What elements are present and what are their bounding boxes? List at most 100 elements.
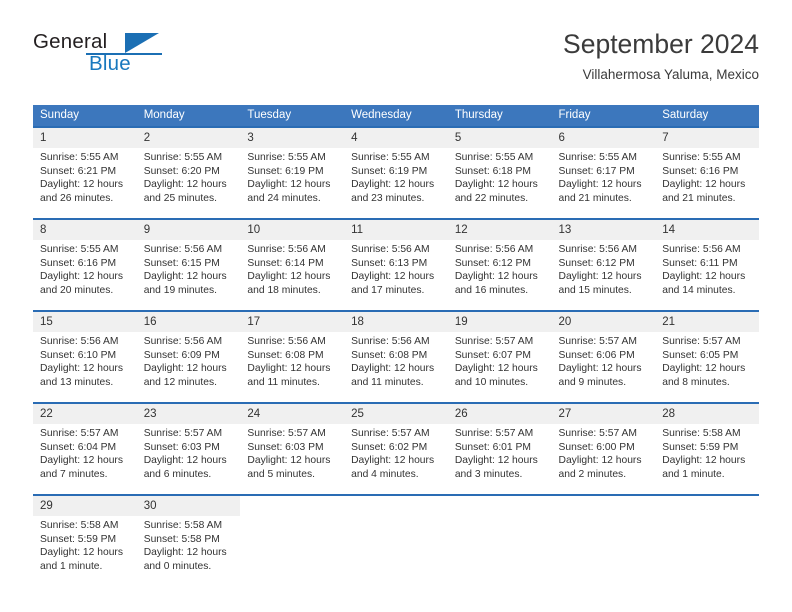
- calendar-day-cell[interactable]: 30 Sunrise: 5:58 AM Sunset: 5:58 PM Dayligh…: [136, 494, 241, 586]
- sunrise-text: Sunrise: 5:57 AM: [40, 428, 119, 439]
- calendar-day-cell[interactable]: 27 Sunrise: 5:57 AM Sunset: 6:00 PM Dayligh…: [551, 402, 656, 495]
- sunrise-text: Sunrise: 5:56 AM: [143, 336, 223, 347]
- day-number: 8: [33, 220, 137, 240]
- day-details: Sunrise: 5:58 AM Sunset: 5:58 PM Daylight:…: [137, 516, 241, 573]
- day-details: Sunrise: 5:58 AM Sunset: 5:59 PM Daylight:…: [655, 424, 759, 481]
- calendar-day-cell[interactable]: 29 Sunrise: 5:58 AM Sunset: 5:59 PM Dayligh…: [33, 494, 137, 586]
- sunset-text: Sunset: 6:01 PM: [454, 441, 531, 453]
- day-details: Sunrise: 5:57 AM Sunset: 6:05 PM Daylight:…: [655, 332, 759, 389]
- daylight-text-line2: and 18 minutes.: [247, 284, 321, 296]
- daylight-text-line1: Daylight: 12 hours: [247, 455, 331, 467]
- sunrise-text: Sunrise: 5:58 AM: [662, 428, 741, 439]
- day-details: Sunrise: 5:55 AM Sunset: 6:18 PM Daylight:…: [448, 148, 552, 205]
- day-number: 22: [33, 404, 137, 424]
- calendar-day-cell[interactable]: 11 Sunrise: 5:56 AM Sunset: 6:13 PM Dayligh…: [344, 218, 448, 311]
- day-details: Sunrise: 5:58 AM Sunset: 5:59 PM Daylight:…: [33, 516, 137, 573]
- calendar-day-cell[interactable]: 1 Sunrise: 5:55 AM Sunset: 6:21 PM Daylight…: [33, 126, 137, 219]
- sunset-text: Sunset: 6:19 PM: [247, 165, 324, 177]
- calendar-day-cell[interactable]: 18 Sunrise: 5:56 AM Sunset: 6:08 PM Dayligh…: [344, 310, 448, 403]
- calendar-day-cell[interactable]: 2 Sunrise: 5:55 AM Sunset: 6:20 PM Daylight…: [136, 126, 241, 219]
- weekday-header-tuesday: Tuesday: [240, 105, 345, 127]
- daylight-text-line2: and 5 minutes.: [247, 468, 315, 480]
- daylight-text-line1: Daylight: 12 hours: [662, 363, 746, 375]
- day-details: Sunrise: 5:55 AM Sunset: 6:21 PM Daylight:…: [33, 148, 137, 205]
- sunset-text: Sunset: 6:12 PM: [454, 257, 531, 269]
- day-details: Sunrise: 5:57 AM Sunset: 6:07 PM Daylight:…: [448, 332, 552, 389]
- calendar-cell-empty: [240, 494, 345, 586]
- sunset-text: Sunset: 6:18 PM: [454, 165, 531, 177]
- weekday-header-sunday: Sunday: [33, 105, 137, 127]
- day-number: 29: [33, 496, 137, 516]
- calendar-day-cell[interactable]: 13 Sunrise: 5:56 AM Sunset: 6:12 PM Dayligh…: [551, 218, 656, 311]
- calendar-week-row: 22 Sunrise: 5:57 AM Sunset: 6:04 PM Dayligh…: [33, 402, 759, 495]
- brand-name-general: General: [33, 30, 108, 53]
- calendar-day-cell[interactable]: 22 Sunrise: 5:57 AM Sunset: 6:04 PM Dayligh…: [33, 402, 137, 495]
- calendar-day-cell[interactable]: 19 Sunrise: 5:57 AM Sunset: 6:07 PM Dayligh…: [447, 310, 552, 403]
- daylight-text-line2: and 1 minute.: [662, 468, 725, 480]
- weekday-header-thursday: Thursday: [447, 105, 552, 127]
- day-number: 9: [136, 220, 241, 240]
- calendar-day-cell[interactable]: 8 Sunrise: 5:55 AM Sunset: 6:16 PM Daylight…: [33, 218, 137, 311]
- page-header: General Blue September 2024 Villahermosa…: [33, 28, 759, 98]
- daylight-text-line1: Daylight: 12 hours: [454, 455, 538, 467]
- daylight-text-line2: and 24 minutes.: [247, 192, 321, 204]
- sunrise-text: Sunrise: 5:58 AM: [40, 520, 119, 531]
- calendar-day-cell[interactable]: 6 Sunrise: 5:55 AM Sunset: 6:17 PM Daylight…: [551, 126, 656, 219]
- calendar-day-cell[interactable]: 5 Sunrise: 5:55 AM Sunset: 6:18 PM Daylight…: [447, 126, 552, 219]
- day-details: Sunrise: 5:57 AM Sunset: 6:01 PM Daylight:…: [448, 424, 552, 481]
- daylight-text-line1: Daylight: 12 hours: [247, 179, 331, 191]
- day-number: [240, 496, 344, 516]
- day-number: [655, 496, 759, 516]
- daylight-text-line1: Daylight: 12 hours: [40, 455, 123, 467]
- sunrise-text: Sunrise: 5:58 AM: [143, 520, 223, 531]
- calendar-day-cell[interactable]: 16 Sunrise: 5:56 AM Sunset: 6:09 PM Dayligh…: [136, 310, 241, 403]
- calendar-cell-empty: [551, 494, 656, 586]
- day-details: Sunrise: 5:55 AM Sunset: 6:16 PM Daylight:…: [33, 240, 137, 297]
- daylight-text-line2: and 7 minutes.: [40, 468, 108, 480]
- daylight-text-line2: and 3 minutes.: [454, 468, 523, 480]
- calendar-week-row: 15 Sunrise: 5:56 AM Sunset: 6:10 PM Dayligh…: [33, 310, 759, 403]
- daylight-text-line1: Daylight: 12 hours: [454, 271, 538, 283]
- daylight-text-line1: Daylight: 12 hours: [40, 363, 123, 375]
- calendar-day-cell[interactable]: 12 Sunrise: 5:56 AM Sunset: 6:12 PM Dayligh…: [447, 218, 552, 311]
- sunrise-text: Sunrise: 5:57 AM: [558, 428, 637, 439]
- sunrise-text: Sunrise: 5:55 AM: [40, 244, 119, 255]
- daylight-text-line1: Daylight: 12 hours: [558, 455, 642, 467]
- calendar-day-cell[interactable]: 26 Sunrise: 5:57 AM Sunset: 6:01 PM Dayligh…: [447, 402, 552, 495]
- calendar-day-cell[interactable]: 23 Sunrise: 5:57 AM Sunset: 6:03 PM Dayligh…: [136, 402, 241, 495]
- day-details: Sunrise: 5:55 AM Sunset: 6:17 PM Daylight:…: [552, 148, 656, 205]
- daylight-text-line1: Daylight: 12 hours: [143, 547, 227, 559]
- calendar-day-cell[interactable]: 10 Sunrise: 5:56 AM Sunset: 6:14 PM Dayligh…: [240, 218, 345, 311]
- calendar-day-cell[interactable]: 28 Sunrise: 5:58 AM Sunset: 5:59 PM Dayligh…: [655, 402, 759, 495]
- calendar-day-cell[interactable]: 9 Sunrise: 5:56 AM Sunset: 6:15 PM Daylight…: [136, 218, 241, 311]
- daylight-text-line1: Daylight: 12 hours: [454, 363, 538, 375]
- calendar-day-cell[interactable]: 3 Sunrise: 5:55 AM Sunset: 6:19 PM Daylight…: [240, 126, 345, 219]
- daylight-text-line1: Daylight: 12 hours: [143, 271, 227, 283]
- sunrise-text: Sunrise: 5:55 AM: [662, 152, 741, 163]
- calendar-day-cell[interactable]: 7 Sunrise: 5:55 AM Sunset: 6:16 PM Daylight…: [655, 126, 759, 219]
- daylight-text-line2: and 13 minutes.: [40, 376, 114, 388]
- day-number: 2: [136, 128, 241, 148]
- calendar-day-cell[interactable]: 21 Sunrise: 5:57 AM Sunset: 6:05 PM Dayligh…: [655, 310, 759, 403]
- day-details: Sunrise: 5:56 AM Sunset: 6:14 PM Daylight:…: [240, 240, 344, 297]
- calendar-day-cell[interactable]: 24 Sunrise: 5:57 AM Sunset: 6:03 PM Dayligh…: [240, 402, 345, 495]
- day-number: 6: [551, 128, 656, 148]
- calendar-day-cell[interactable]: 20 Sunrise: 5:57 AM Sunset: 6:06 PM Dayligh…: [551, 310, 656, 403]
- day-number: 23: [136, 404, 241, 424]
- brand-logo[interactable]: General Blue: [33, 30, 223, 86]
- sunset-text: Sunset: 6:14 PM: [247, 257, 324, 269]
- calendar-day-cell[interactable]: 25 Sunrise: 5:57 AM Sunset: 6:02 PM Dayligh…: [344, 402, 448, 495]
- daylight-text-line2: and 22 minutes.: [454, 192, 529, 204]
- calendar-day-cell[interactable]: 17 Sunrise: 5:56 AM Sunset: 6:08 PM Dayligh…: [240, 310, 345, 403]
- calendar-day-cell[interactable]: 4 Sunrise: 5:55 AM Sunset: 6:19 PM Daylight…: [344, 126, 448, 219]
- daylight-text-line1: Daylight: 12 hours: [143, 179, 227, 191]
- calendar-day-cell[interactable]: 14 Sunrise: 5:56 AM Sunset: 6:11 PM Dayligh…: [655, 218, 759, 311]
- daylight-text-line2: and 4 minutes.: [351, 468, 419, 480]
- daylight-text-line1: Daylight: 12 hours: [662, 179, 746, 191]
- calendar-day-cell[interactable]: 15 Sunrise: 5:56 AM Sunset: 6:10 PM Dayligh…: [33, 310, 137, 403]
- daylight-text-line2: and 26 minutes.: [40, 192, 114, 204]
- day-number: 24: [240, 404, 345, 424]
- sunset-text: Sunset: 6:11 PM: [662, 257, 738, 269]
- calendar-body: 1 Sunrise: 5:55 AM Sunset: 6:21 PM Daylight…: [33, 126, 759, 586]
- sunrise-text: Sunrise: 5:56 AM: [40, 336, 119, 347]
